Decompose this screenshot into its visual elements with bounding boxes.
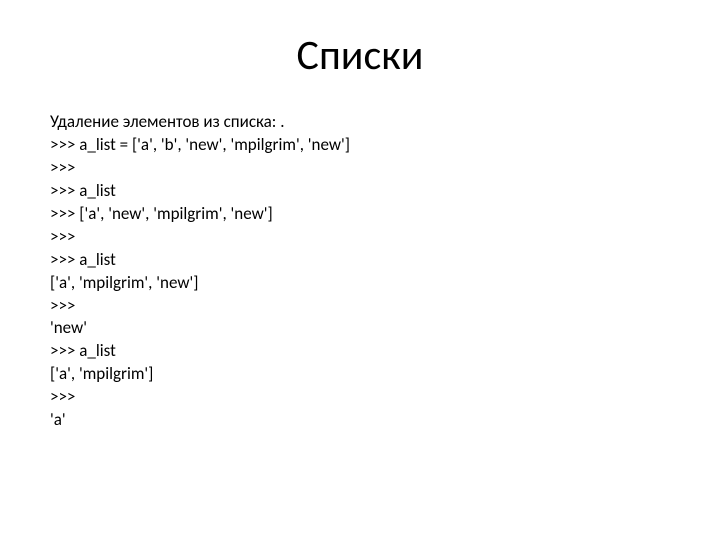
code-line: >>> a_list	[50, 249, 670, 272]
code-line: 'a'	[50, 409, 670, 432]
code-line: >>>	[50, 386, 670, 409]
code-line: >>>	[50, 157, 670, 180]
slide-container: Списки Удаление элементов из списка: . >…	[0, 0, 720, 540]
code-line: >>>	[50, 226, 670, 249]
code-line: >>> ['a', 'new', 'mpilgrim', 'new']	[50, 203, 670, 226]
code-line: >>> a_list	[50, 180, 670, 203]
code-line: ['a', 'mpilgrim', 'new']	[50, 272, 670, 295]
code-line: ['a', 'mpilgrim']	[50, 363, 670, 386]
slide-title: Списки	[50, 30, 670, 81]
code-line: >>> a_list	[50, 340, 670, 363]
slide-content: Удаление элементов из списка: . >>> a_li…	[50, 111, 670, 432]
code-line: Удаление элементов из списка: .	[50, 111, 670, 134]
code-line: >>> a_list = ['a', 'b', 'new', 'mpilgrim…	[50, 134, 670, 157]
code-line: 'new'	[50, 317, 670, 340]
code-line: >>>	[50, 295, 670, 318]
